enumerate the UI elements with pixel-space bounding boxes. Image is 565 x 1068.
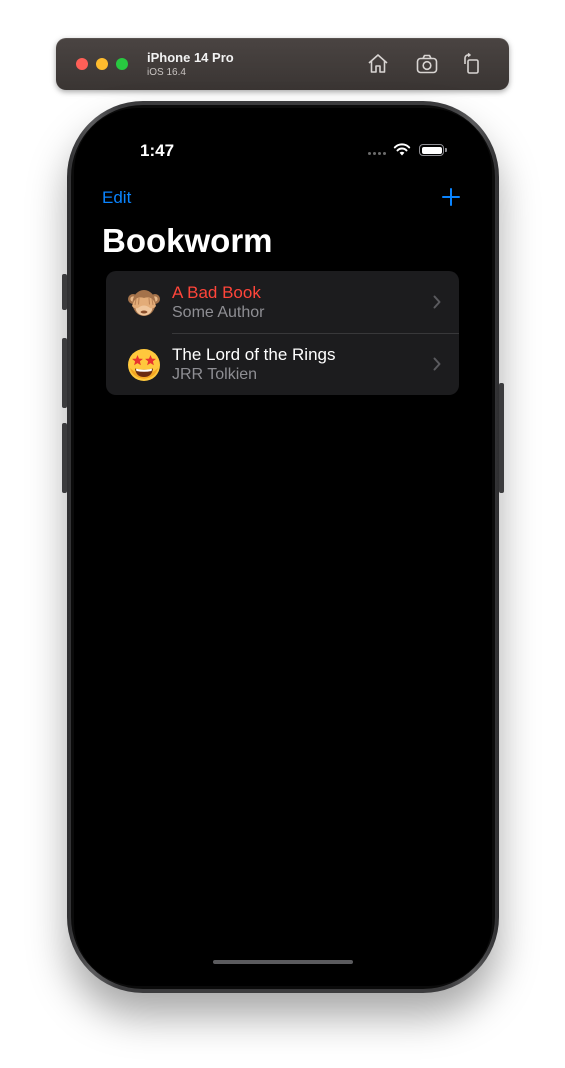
simulator-stage: iPhone 14 Pro iOS 16.4 1:47 Edit Bookwor…: [0, 0, 565, 1068]
close-window-button[interactable]: [76, 58, 88, 70]
volume-up-button: [62, 338, 67, 408]
home-icon[interactable]: [366, 52, 390, 76]
book-author: Some Author: [172, 304, 265, 321]
plus-icon[interactable]: [440, 186, 462, 208]
edit-button[interactable]: Edit: [102, 188, 131, 208]
device-name: iPhone 14 Pro: [147, 50, 234, 65]
book-list: A Bad Book Some Author The Lord of the R…: [106, 271, 459, 395]
book-title: The Lord of the Rings: [172, 345, 336, 364]
page-title: Bookworm: [102, 222, 273, 259]
chevron-right-icon: [433, 295, 441, 309]
simulator-toolbar: iPhone 14 Pro iOS 16.4: [56, 38, 509, 90]
screenshot-icon[interactable]: [415, 52, 439, 76]
power-button: [499, 383, 504, 493]
home-indicator[interactable]: [213, 960, 353, 964]
volume-down-button: [62, 423, 67, 493]
wifi-icon: [393, 143, 411, 156]
phone-screen: 1:47 Edit Bookworm A Bad Book Some Autho…: [74, 108, 492, 986]
chevron-right-icon: [433, 357, 441, 371]
battery-icon: [419, 144, 444, 156]
see-no-evil-monkey-icon: [126, 285, 162, 321]
star-struck-face-icon: [126, 347, 162, 383]
status-time: 1:47: [140, 141, 175, 160]
cellular-signal-icon: [368, 152, 386, 155]
list-item[interactable]: A Bad Book Some Author: [106, 271, 459, 333]
book-author: JRR Tolkien: [172, 366, 258, 383]
minimize-window-button[interactable]: [96, 58, 108, 70]
book-title: A Bad Book: [172, 283, 261, 302]
zoom-window-button[interactable]: [116, 58, 128, 70]
rotate-icon[interactable]: [460, 52, 484, 76]
list-item[interactable]: The Lord of the Rings JRR Tolkien: [106, 333, 459, 395]
mute-switch: [62, 274, 67, 310]
device-os-version: iOS 16.4: [147, 67, 186, 78]
